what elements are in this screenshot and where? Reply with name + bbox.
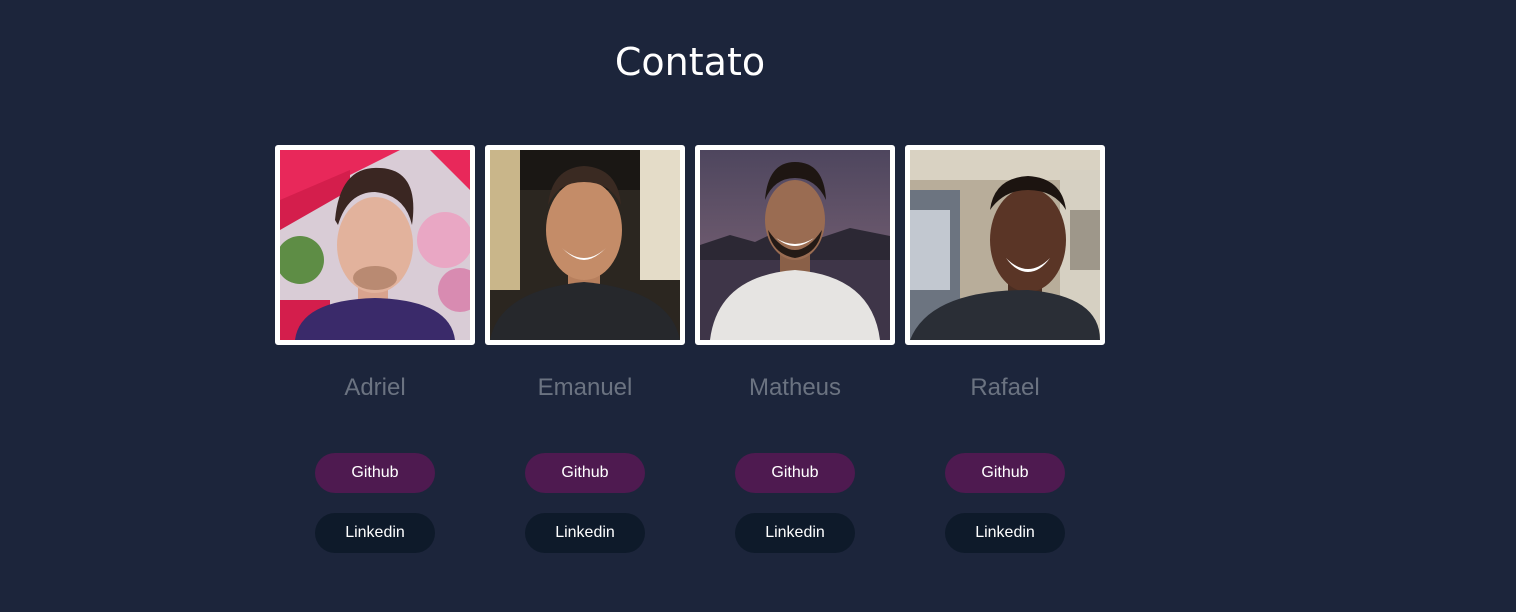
member-name: Emanuel <box>537 374 633 401</box>
contact-card-matheus: Matheus Github Linkedin <box>695 145 895 553</box>
contact-cards: Adriel Github Linkedin Emanuel Github Li… <box>275 145 1105 553</box>
linkedin-button[interactable]: Linkedin <box>945 513 1065 553</box>
profile-photo <box>905 145 1105 345</box>
linkedin-button[interactable]: Linkedin <box>525 513 645 553</box>
contact-card-emanuel: Emanuel Github Linkedin <box>485 145 685 553</box>
profile-photo <box>695 145 895 345</box>
github-button[interactable]: Github <box>525 453 645 493</box>
github-button[interactable]: Github <box>735 453 855 493</box>
member-name: Matheus <box>748 374 842 401</box>
github-button[interactable]: Github <box>945 453 1065 493</box>
profile-photo-emanuel <box>490 150 680 340</box>
profile-photo <box>275 145 475 345</box>
contact-card-rafael: Rafael Github Linkedin <box>905 145 1105 553</box>
linkedin-button[interactable]: Linkedin <box>735 513 855 553</box>
profile-photo <box>485 145 685 345</box>
profile-photo-rafael <box>910 150 1100 340</box>
page-title: Contato <box>614 40 766 84</box>
member-name: Adriel <box>344 374 406 401</box>
contact-card-adriel: Adriel Github Linkedin <box>275 145 475 553</box>
github-button[interactable]: Github <box>315 453 435 493</box>
profile-photo-matheus <box>700 150 890 340</box>
member-name: Rafael <box>970 374 1040 401</box>
profile-photo-adriel <box>280 150 470 340</box>
linkedin-button[interactable]: Linkedin <box>315 513 435 553</box>
